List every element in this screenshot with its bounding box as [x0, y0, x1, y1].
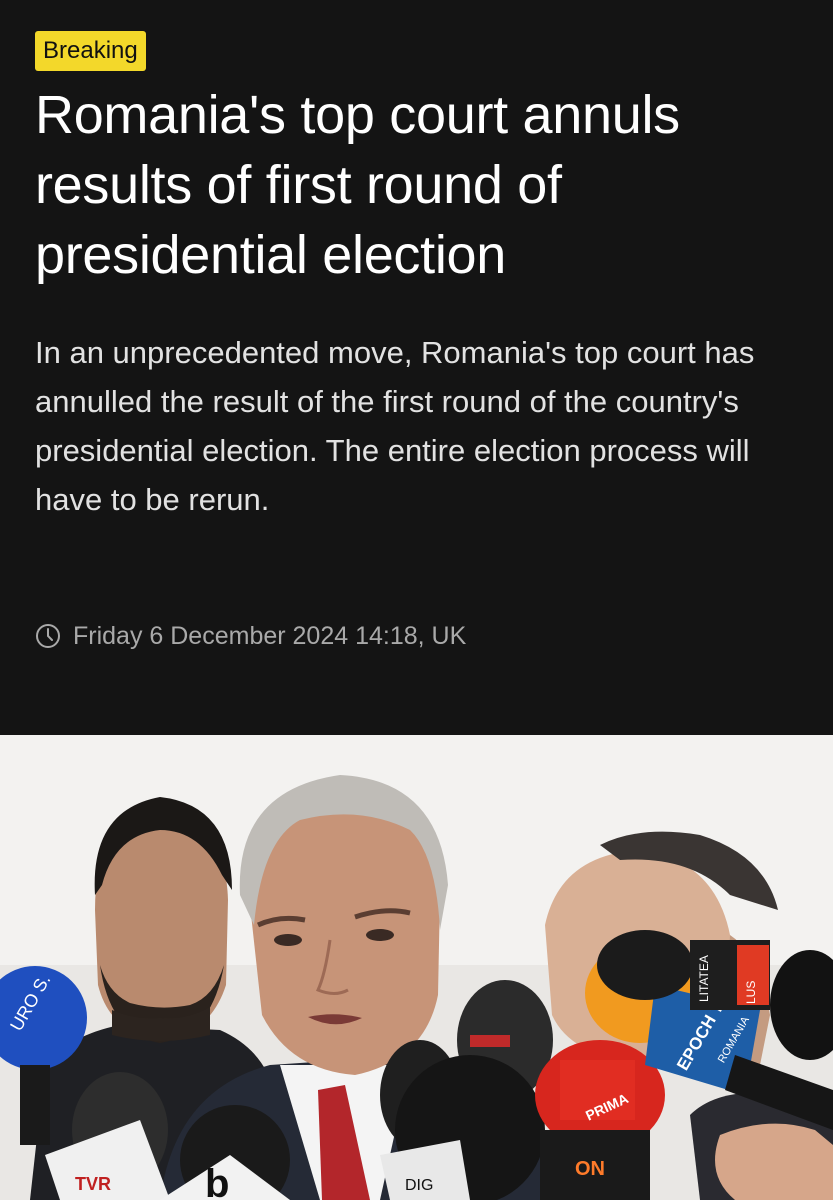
svg-text:ON: ON	[575, 1158, 605, 1180]
headline[interactable]: Romania's top court annuls results of fi…	[35, 80, 815, 290]
svg-text:TVR: TVR	[75, 1174, 111, 1194]
clock-icon	[35, 623, 61, 649]
timestamp-text: Friday 6 December 2024 14:18, UK	[73, 621, 467, 650]
svg-text:b: b	[205, 1162, 229, 1200]
hand	[715, 1123, 833, 1200]
article-header: Breaking Romania's top court annuls resu…	[0, 0, 833, 735]
hero-image[interactable]: URO S. TVR b DIG PRIMA ON EPOCH TIMES RO…	[0, 735, 833, 1200]
timestamp: Friday 6 December 2024 14:18, UK	[35, 616, 466, 656]
svg-text:LITATEA: LITATEA	[697, 955, 711, 1002]
breaking-badge: Breaking	[35, 31, 146, 71]
svg-text:LUS: LUS	[744, 981, 758, 1004]
standfirst: In an unprecedented move, Romania's top …	[35, 335, 755, 517]
svg-text:DIG: DIG	[405, 1177, 433, 1194]
